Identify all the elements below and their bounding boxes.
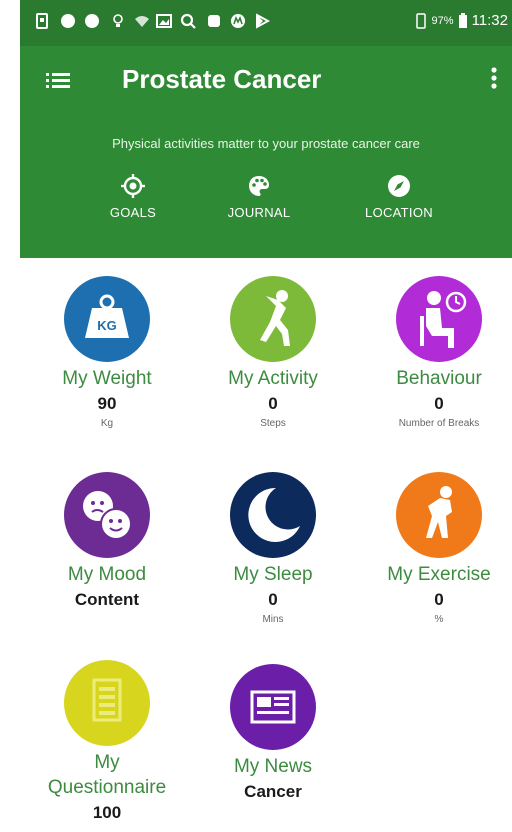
my-questionnaire-label-line1: My: [94, 752, 120, 773]
mcafee-icon: [231, 14, 245, 28]
my-weight-value: 90: [97, 394, 117, 413]
my-activity-unit: Steps: [260, 418, 286, 429]
app-header: Prostate Cancer Physical activities matt…: [20, 46, 512, 258]
play-flag-icon: [256, 13, 270, 29]
running-person-icon: [230, 276, 316, 362]
sim-icon: [36, 13, 48, 29]
my-activity-tile[interactable]: My Activity 0 Steps: [193, 276, 353, 429]
battery-icon: [458, 12, 467, 28]
my-questionnaire-label-line2: Questionnaire: [47, 777, 167, 798]
palette-icon: [249, 176, 269, 196]
exercise-person-icon: [396, 472, 482, 558]
my-mood-label: My Mood: [67, 564, 147, 585]
my-sleep-unit: Mins: [262, 614, 284, 625]
my-news-value: Cancer: [244, 782, 302, 801]
behaviour-label: Behaviour: [396, 368, 482, 389]
overflow-menu-icon[interactable]: [490, 66, 498, 90]
clock-time: 11:32: [471, 12, 508, 29]
page-title: Prostate Cancer: [122, 64, 322, 94]
my-exercise-unit: %: [434, 614, 444, 625]
tab-journal-label: JOURNAL: [227, 205, 291, 220]
menu-icon[interactable]: [46, 70, 70, 90]
status-bar: 97% 11:32: [20, 0, 512, 46]
my-sleep-value: 0: [268, 590, 278, 609]
moon-icon: [230, 472, 316, 558]
behaviour-value: 0: [434, 394, 444, 413]
tab-goals[interactable]: GOALS: [78, 174, 188, 220]
tab-location[interactable]: LOCATION: [344, 174, 454, 220]
behaviour-tile[interactable]: Behaviour 0 Number of Breaks: [359, 276, 512, 429]
phone-screen: 97% 11:32 Prostate Cancer Physical activ…: [20, 0, 512, 832]
my-sleep-tile[interactable]: My Sleep 0 Mins: [193, 472, 353, 625]
tab-goals-label: GOALS: [109, 205, 157, 220]
notification-dot-icon: [85, 14, 99, 28]
my-weight-unit: Kg: [100, 418, 114, 429]
my-news-label: My News: [233, 756, 313, 777]
my-mood-value: Content: [74, 590, 140, 609]
my-activity-value: 0: [268, 394, 278, 413]
my-exercise-label: My Exercise: [387, 564, 491, 585]
document-icon: [64, 660, 150, 746]
tab-location-label: LOCATION: [365, 205, 433, 220]
status-right: 97% 11:32: [414, 12, 508, 29]
my-exercise-tile[interactable]: My Exercise 0 %: [359, 472, 512, 625]
compass-icon: [388, 175, 410, 197]
my-sleep-label: My Sleep: [233, 564, 313, 585]
seated-person-clock-icon: [396, 276, 482, 362]
my-weight-label: My Weight: [62, 368, 152, 389]
my-mood-tile[interactable]: My Mood Content: [27, 472, 187, 610]
vibrate-icon: [415, 12, 426, 29]
newspaper-icon: [230, 664, 316, 750]
faces-icon: [64, 472, 150, 558]
image-icon: [156, 14, 172, 28]
my-news-tile[interactable]: My News Cancer: [193, 664, 353, 802]
weight-icon: KG: [64, 276, 150, 362]
my-weight-tile[interactable]: KG My Weight 90 Kg: [27, 276, 187, 429]
battery-percent: 97%: [431, 14, 454, 27]
svg-text:KG: KG: [97, 318, 117, 333]
header-tagline: Physical activities matter to your prost…: [112, 136, 420, 151]
search-app-icon: [180, 13, 196, 29]
behaviour-unit: Number of Breaks: [398, 418, 480, 429]
bulb-icon: [113, 14, 123, 27]
my-questionnaire-value: 100: [92, 803, 122, 822]
my-questionnaire-tile[interactable]: My Questionnaire 100: [27, 660, 187, 823]
target-icon: [121, 174, 145, 198]
tab-journal[interactable]: JOURNAL: [204, 174, 314, 220]
wifi-icon: [135, 16, 149, 27]
my-exercise-value: 0: [434, 590, 444, 609]
my-activity-label: My Activity: [228, 368, 318, 389]
notification-dot-icon: [61, 14, 75, 28]
app-icon: [208, 15, 220, 27]
